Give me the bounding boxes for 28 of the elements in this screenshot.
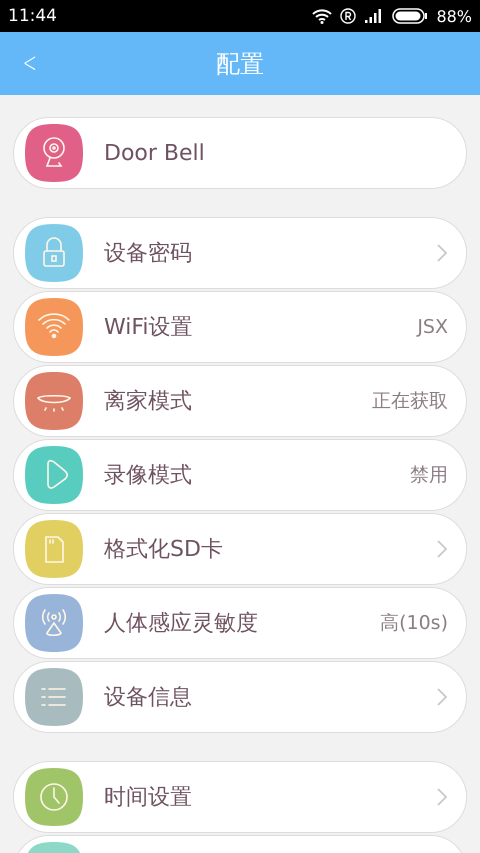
settings-row[interactable]: Door Bell — [13, 117, 467, 189]
settings-row[interactable]: 设备信息 — [13, 661, 467, 733]
row-label: 格式化SD卡 — [104, 536, 224, 564]
settings-row[interactable]: WiFi设置 JSX — [13, 291, 467, 363]
row-value: JSX — [417, 316, 448, 338]
page-title: 配置 — [216, 48, 264, 80]
row-label: 人体感应灵敏度 — [104, 610, 259, 638]
row-label: 离家模式 — [104, 388, 193, 416]
settings-row[interactable]: 格式化SD卡 — [13, 513, 467, 585]
row-value: 正在获取 — [372, 389, 448, 414]
settings-row[interactable]: 时间设置 — [13, 761, 467, 833]
registered-icon — [340, 8, 356, 24]
settings-row[interactable]: 离家模式 正在获取 — [13, 365, 467, 437]
settings-row[interactable]: 录像模式 禁用 — [13, 439, 467, 511]
row-label: 时间设置 — [104, 784, 193, 812]
row-label: 录像模式 — [104, 462, 193, 490]
row-value: 高(10s) — [380, 611, 448, 636]
row-label: 设备密码 — [104, 240, 193, 268]
battery-percent: 88% — [436, 6, 472, 26]
row-value: 禁用 — [410, 463, 448, 488]
row-label: 设备信息 — [104, 684, 193, 712]
row-label: Door Bell — [104, 140, 206, 166]
status-time: 11:44 — [8, 6, 57, 26]
settings-row[interactable]: 设备密码 — [13, 217, 467, 289]
settings-row[interactable]: 人体感应灵敏度 高(10s) — [13, 587, 467, 659]
battery-icon — [392, 8, 428, 24]
wifi-signal-icon — [312, 8, 332, 24]
row-label: WiFi设置 — [104, 314, 194, 342]
